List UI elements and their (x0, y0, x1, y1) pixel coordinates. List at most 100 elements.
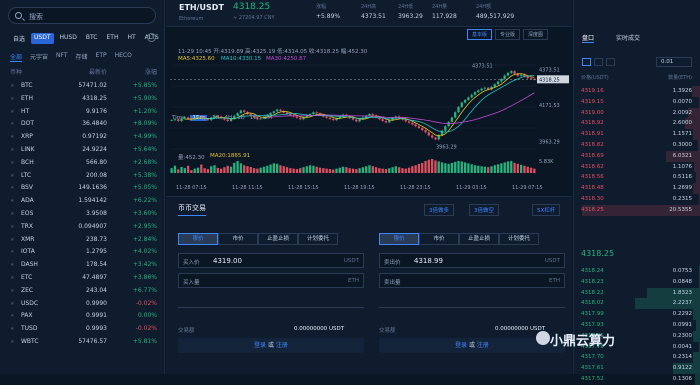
buy-register-link[interactable]: 注册 (276, 342, 288, 349)
sell-register-link[interactable]: 注册 (477, 342, 489, 349)
favorite-star-icon[interactable]: ★ (10, 147, 14, 153)
coin-row[interactable]: ★ HT 9.9176 +1.20% (0, 106, 165, 119)
coin-row[interactable]: ★ TUSD 0.9993 -0.02% (0, 323, 165, 336)
ask-row[interactable]: 4318.56 0.5116 (574, 172, 700, 184)
sell-login-link[interactable]: 登录 (455, 342, 467, 349)
header-change[interactable]: 涨幅 (145, 67, 157, 76)
favorite-star-icon[interactable]: ★ (10, 96, 14, 102)
coin-row[interactable]: ★ XRP 0.97192 +4.99% (0, 131, 165, 144)
bid-row[interactable]: 4318.23 0.0848 (574, 276, 700, 288)
buy-login-button[interactable]: 登录 或 注册 (178, 338, 364, 353)
header-price[interactable]: 最新价 (89, 67, 107, 76)
selltabs-tab-3[interactable]: 计划委托 (499, 233, 539, 245)
coin-row[interactable]: ★ BTC 57471.02 +5.85% (0, 80, 165, 93)
ask-row[interactable]: 4318.25 20.5355 (574, 204, 700, 216)
buy-amount-field[interactable]: 买入量 ETH (178, 273, 364, 288)
category-tab-3[interactable]: 存储 (76, 52, 88, 62)
buy-login-link[interactable]: 登录 (254, 342, 266, 349)
quote-tab-3[interactable]: BTC (83, 33, 101, 44)
favorite-star-icon[interactable]: ★ (10, 211, 14, 217)
favorite-star-icon[interactable]: ★ (10, 288, 14, 294)
view-bids-icon[interactable] (594, 58, 603, 66)
coin-row[interactable]: ★ IOTA 1.2795 +4.02% (0, 246, 165, 259)
bid-row[interactable]: 4317.99 0.2292 (574, 309, 700, 320)
selltabs-tab-0[interactable]: 限价 (379, 233, 419, 245)
coin-row[interactable]: ★ LINK 24.9224 +5.64% (0, 144, 165, 157)
category-tab-1[interactable]: 元宇宙 (30, 52, 48, 62)
ask-row[interactable]: 4319.16 1.3926 (574, 86, 700, 97)
category-tab-2[interactable]: NFT (56, 52, 68, 62)
settings-icon[interactable] (147, 33, 156, 42)
bid-row[interactable]: 4317.70 0.2314 (574, 352, 700, 364)
coin-row[interactable]: ★ TRX 0.094907 +2.95% (0, 221, 165, 234)
favorite-star-icon[interactable]: ★ (10, 313, 14, 319)
selltabs-tab-2[interactable]: 止盈止损 (459, 233, 499, 245)
ask-row[interactable]: 4319.00 2.0092 (574, 107, 700, 119)
coin-row[interactable]: ★ BSV 149.1636 +5.05% (0, 182, 165, 195)
view-both-icon[interactable] (582, 58, 591, 66)
coin-row[interactable]: ★ DASH 178.54 +3.42% (0, 259, 165, 272)
ask-row[interactable]: 4318.91 1.1571 (574, 129, 700, 140)
pair-title[interactable]: ETH/USDT (179, 3, 224, 12)
kline-svg[interactable]: 4373.51 4171.53 3963.29 4318.25 4373.51 3963.… (166, 27, 572, 195)
buytabs-tab-2[interactable]: 止盈止损 (258, 233, 298, 245)
favorite-star-icon[interactable]: ★ (10, 301, 14, 307)
header-coin[interactable]: 币种 (10, 67, 22, 76)
selltabs-tab-1[interactable]: 市价 (419, 233, 459, 245)
ask-row[interactable]: 4318.30 0.2315 (574, 193, 700, 205)
coin-row[interactable]: ★ ETH 4318.25 +5.90% (0, 93, 165, 106)
favorite-star-icon[interactable]: ★ (10, 185, 14, 191)
coin-row[interactable]: ★ BCH 566.80 +2.68% (0, 157, 165, 170)
coin-row[interactable]: ★ ADA 1.594142 +6.22% (0, 195, 165, 208)
favorite-star-icon[interactable]: ★ (10, 121, 14, 127)
ask-row[interactable]: 4318.62 1.1076 (574, 161, 700, 173)
short-3x-button[interactable]: 3倍做空 (469, 204, 499, 216)
buy-price-field[interactable]: 买入价 4319.00 USDT (178, 253, 364, 268)
depth-select[interactable]: 0.01 (656, 57, 692, 67)
search-box[interactable]: 搜索 (8, 7, 156, 24)
favorite-star-icon[interactable]: ★ (10, 173, 14, 179)
favorite-star-icon[interactable]: ★ (10, 275, 14, 281)
sell-price-field[interactable]: 卖出价 4318.99 USDT (379, 253, 565, 268)
sell-slider[interactable] (379, 307, 565, 308)
coin-row[interactable]: ★ PAX 0.9991 0.00% (0, 310, 165, 323)
buytabs-tab-1[interactable]: 市价 (218, 233, 258, 245)
favorite-star-icon[interactable]: ★ (10, 109, 14, 115)
coin-row[interactable]: ★ DOT 36.4840 +8.09% (0, 118, 165, 131)
long-3x-button[interactable]: 3倍做多 (424, 204, 454, 216)
category-tab-4[interactable]: ETP (96, 52, 107, 62)
ask-row[interactable]: 4318.48 1.2699 (574, 183, 700, 194)
coin-row[interactable]: ★ ETC 47.4897 +3.86% (0, 272, 165, 285)
ask-row[interactable]: 4318.92 2.6000 (574, 118, 700, 130)
trade-title[interactable]: 币币交易 (178, 203, 206, 216)
category-tab-0[interactable]: 全部 (10, 52, 23, 62)
favorite-star-icon[interactable]: ★ (10, 249, 14, 255)
leverage-5x-button[interactable]: 5X杠杆 (532, 204, 561, 216)
coin-row[interactable]: ★ USDC 0.9990 -0.02% (0, 298, 165, 311)
quote-tab-1[interactable]: USDT (31, 33, 54, 44)
buytabs-tab-0[interactable]: 限价 (178, 233, 218, 245)
tab-orderbook[interactable]: 盘口 (582, 33, 595, 43)
favorite-star-icon[interactable]: ★ (10, 237, 14, 243)
bid-row[interactable]: 4318.24 0.0753 (574, 266, 700, 277)
coin-row[interactable]: ★ EOS 3.9508 +3.60% (0, 208, 165, 221)
quote-tab-4[interactable]: ETH (103, 33, 121, 44)
favorite-star-icon[interactable]: ★ (10, 262, 14, 268)
bid-row[interactable]: 4317.52 0.1306 (574, 373, 700, 385)
coin-row[interactable]: ★ LTC 200.08 +5.38% (0, 170, 165, 183)
coin-row[interactable]: ★ WBTC 57476.57 +5.81% (0, 336, 165, 349)
bid-row[interactable]: 4318.02 2.2237 (574, 298, 700, 310)
ask-row[interactable]: 4319.15 0.0070 (574, 96, 700, 108)
coin-row[interactable]: ★ ZEC 243.04 +6.77% (0, 285, 165, 298)
bid-row[interactable]: 4318.22 1.8323 (574, 287, 700, 299)
favorite-star-icon[interactable]: ★ (10, 224, 14, 230)
quote-tab-0[interactable]: 自选 (10, 33, 28, 44)
quote-tab-2[interactable]: HUSD (57, 33, 80, 44)
favorite-star-icon[interactable]: ★ (10, 339, 14, 345)
favorite-star-icon[interactable]: ★ (10, 326, 14, 332)
favorite-star-icon[interactable]: ★ (10, 160, 14, 166)
favorite-star-icon[interactable]: ★ (10, 134, 14, 140)
ask-row[interactable]: 4318.82 0.3000 (574, 139, 700, 151)
ask-row[interactable]: 4318.69 6.0321 (574, 150, 700, 162)
favorite-star-icon[interactable]: ★ (10, 198, 14, 204)
